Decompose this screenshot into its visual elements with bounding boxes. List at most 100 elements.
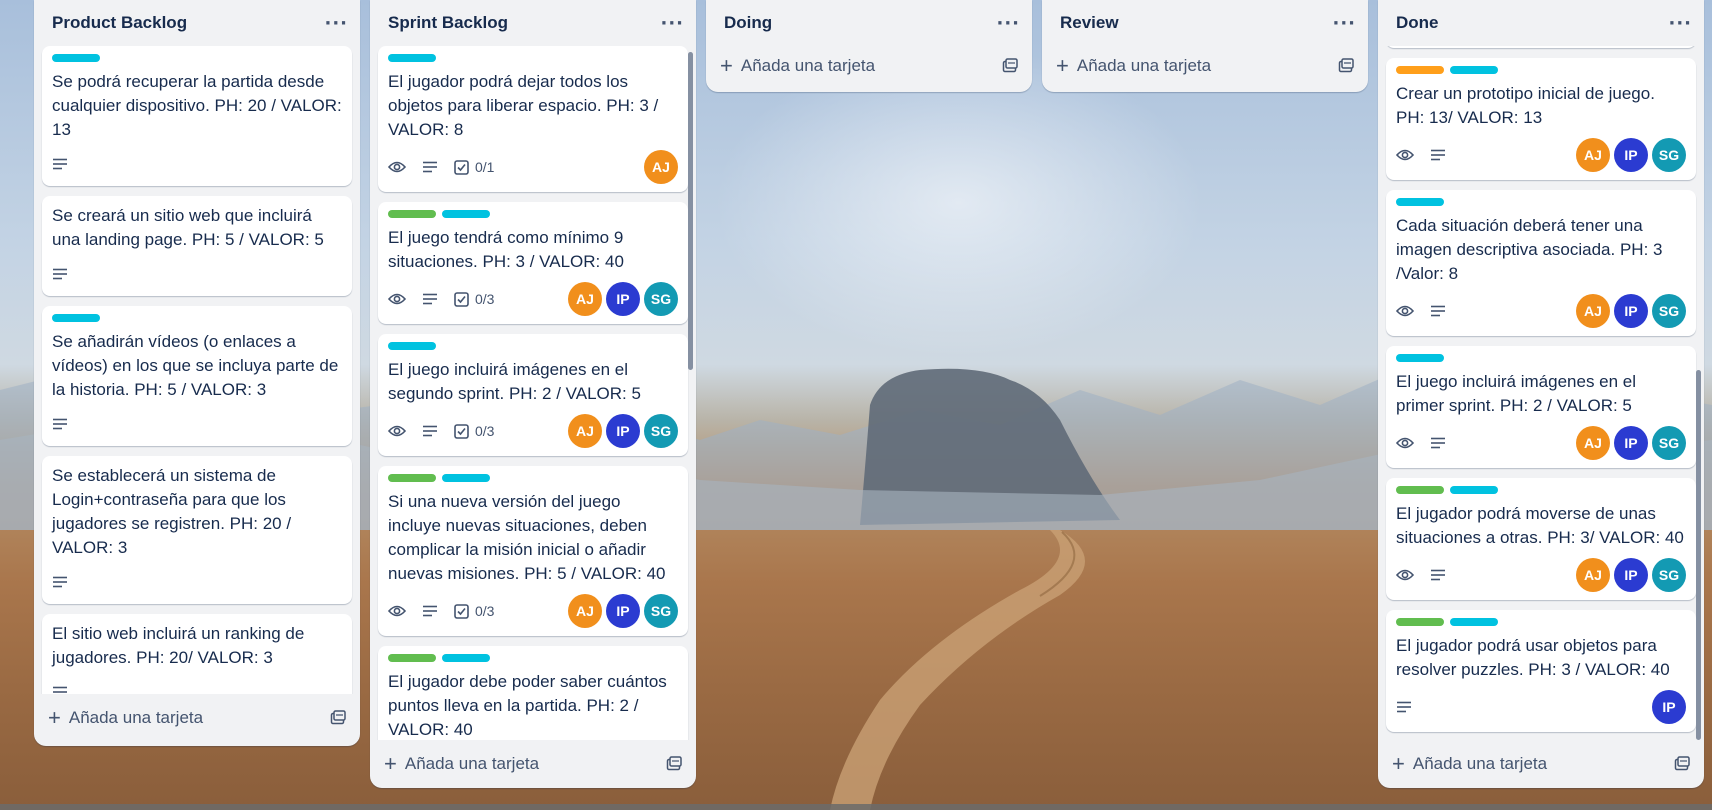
checklist-badge: 0/3 <box>454 603 494 619</box>
avatar-sg[interactable]: SG <box>1652 426 1686 460</box>
ellipsis-icon[interactable]: ··· <box>1668 13 1692 34</box>
label-green[interactable] <box>388 210 436 218</box>
add-card-button[interactable]: + Añada una tarjeta <box>384 753 539 775</box>
avatar-aj[interactable]: AJ <box>568 594 602 628</box>
list-done: Done ··· Crear un prototipo inicial de j… <box>1378 0 1704 788</box>
label-cyan[interactable] <box>442 654 490 662</box>
label-cyan[interactable] <box>1450 486 1498 494</box>
avatar-sg[interactable]: SG <box>644 594 678 628</box>
ellipsis-icon[interactable]: ··· <box>660 13 684 34</box>
checkbox-icon <box>454 291 469 307</box>
card[interactable]: El jugador podrá dejar todos los objetos… <box>378 46 688 192</box>
add-card-button[interactable]: + Añada una tarjeta <box>720 53 875 78</box>
ellipsis-icon[interactable]: ··· <box>996 13 1020 34</box>
label-green[interactable] <box>388 654 436 662</box>
avatar-ip[interactable]: IP <box>606 594 640 628</box>
avatar-sg[interactable]: SG <box>1652 294 1686 328</box>
ellipsis-icon[interactable]: ··· <box>324 13 348 34</box>
avatar-ip[interactable]: IP <box>1614 426 1648 460</box>
label-cyan[interactable] <box>442 474 490 482</box>
label-cyan[interactable] <box>1396 198 1444 206</box>
add-card-button[interactable]: + Añada una tarjeta <box>48 707 203 729</box>
add-card-button[interactable]: + Añada una tarjeta <box>1392 753 1548 775</box>
card[interactable]: Si una nueva versión del juego incluye n… <box>378 466 688 636</box>
list-title[interactable]: Product Backlog <box>52 13 187 33</box>
card-members: AJ IP SG <box>1576 426 1686 460</box>
card[interactable]: El juego incluirá imágenes en el primer … <box>1386 346 1696 468</box>
card-labels <box>388 474 678 482</box>
list-title[interactable]: Review <box>1060 13 1119 33</box>
avatar-ip[interactable]: IP <box>1614 558 1648 592</box>
label-green[interactable] <box>388 474 436 482</box>
avatar-ip[interactable]: IP <box>1614 294 1648 328</box>
description-icon <box>52 576 68 588</box>
card[interactable]: Cada situación deberá tener una imagen d… <box>1386 190 1696 336</box>
card-partial[interactable] <box>1386 46 1696 48</box>
label-green[interactable] <box>1396 618 1444 626</box>
avatar-aj[interactable]: AJ <box>644 150 678 184</box>
card[interactable]: El jugador podrá moverse de unas situaci… <box>1386 478 1696 600</box>
template-icon[interactable] <box>1002 58 1018 74</box>
avatar-sg[interactable]: SG <box>1652 138 1686 172</box>
card-badges <box>52 150 342 178</box>
label-cyan[interactable] <box>1450 66 1498 74</box>
label-cyan[interactable] <box>442 210 490 218</box>
card[interactable]: El sitio web incluirá un ranking de juga… <box>42 614 352 694</box>
card[interactable]: Crear un prototipo inicial de juego. PH:… <box>1386 58 1696 180</box>
plus-icon: + <box>720 53 733 78</box>
card[interactable]: Se podrá recuperar la partida desde cual… <box>42 46 352 186</box>
add-card-label: Añada una tarjeta <box>1412 754 1548 773</box>
card-title: El jugador debe poder saber cuántos punt… <box>388 672 667 739</box>
label-orange[interactable] <box>1396 66 1444 74</box>
avatar-sg[interactable]: SG <box>644 282 678 316</box>
card-labels <box>1396 618 1686 626</box>
label-cyan[interactable] <box>52 314 100 322</box>
avatar-ip[interactable]: IP <box>606 414 640 448</box>
ellipsis-icon[interactable]: ··· <box>1332 13 1356 34</box>
label-cyan[interactable] <box>1450 618 1498 626</box>
template-icon[interactable] <box>1338 58 1354 74</box>
card-labels <box>52 314 342 322</box>
avatar-aj[interactable]: AJ <box>568 282 602 316</box>
template-icon[interactable] <box>1674 756 1690 772</box>
label-cyan[interactable] <box>52 54 100 62</box>
list-scrollbar[interactable] <box>688 52 693 370</box>
card[interactable]: El jugador podrá usar objetos para resol… <box>1386 610 1696 732</box>
label-green[interactable] <box>1396 486 1444 494</box>
card-badges: AJ IP SG <box>1396 426 1686 460</box>
add-card-button[interactable]: + Añada una tarjeta <box>1056 55 1211 77</box>
avatar-ip[interactable]: IP <box>1652 690 1686 724</box>
template-icon[interactable] <box>330 710 346 726</box>
label-cyan[interactable] <box>388 54 436 62</box>
label-cyan[interactable] <box>388 342 436 350</box>
avatar-sg[interactable]: SG <box>644 414 678 448</box>
checklist-count: 0/3 <box>475 603 495 619</box>
avatar-aj[interactable]: AJ <box>1576 294 1610 328</box>
card-title: Se podrá recuperar la partida desde cual… <box>52 72 342 139</box>
eye-icon <box>1396 148 1414 162</box>
avatar-aj[interactable]: AJ <box>1576 426 1610 460</box>
card-badges <box>52 678 342 694</box>
card-title: El jugador podrá dejar todos los objetos… <box>388 72 659 139</box>
avatar-aj[interactable]: AJ <box>568 414 602 448</box>
list-title[interactable]: Doing <box>724 13 772 33</box>
list-title[interactable]: Sprint Backlog <box>388 13 508 33</box>
list-scrollbar[interactable] <box>1696 370 1701 740</box>
card[interactable]: El juego tendrá como mínimo 9 situacione… <box>378 202 688 324</box>
card[interactable]: El juego incluirá imágenes en el segundo… <box>378 334 688 456</box>
card[interactable]: Se añadirán vídeos (o enlaces a vídeos) … <box>42 306 352 446</box>
card-title: El juego incluirá imágenes en el segundo… <box>388 360 641 403</box>
avatar-ip[interactable]: IP <box>1614 138 1648 172</box>
template-icon[interactable] <box>666 756 682 772</box>
card[interactable]: Se establecerá un sistema de Login+contr… <box>42 456 352 604</box>
avatar-aj[interactable]: AJ <box>1576 558 1610 592</box>
avatar-ip[interactable]: IP <box>606 282 640 316</box>
avatar-aj[interactable]: AJ <box>1576 138 1610 172</box>
list-title[interactable]: Done <box>1396 13 1439 33</box>
checklist-count: 0/3 <box>475 423 495 439</box>
card[interactable]: El jugador debe poder saber cuántos punt… <box>378 646 688 740</box>
description-icon <box>52 418 68 430</box>
label-cyan[interactable] <box>1396 354 1444 362</box>
card[interactable]: Se creará un sitio web que incluirá una … <box>42 196 352 296</box>
avatar-sg[interactable]: SG <box>1652 558 1686 592</box>
